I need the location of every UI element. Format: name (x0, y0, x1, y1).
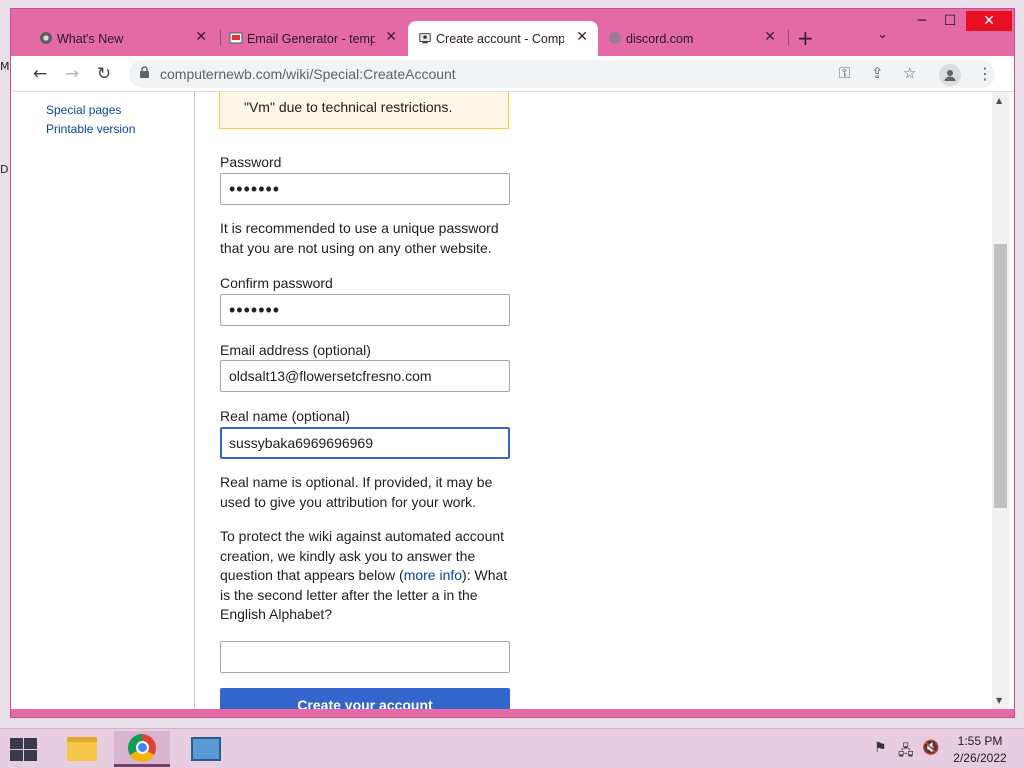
scrollbar-thumb[interactable] (994, 244, 1007, 508)
email-value: oldsalt13@flowersetcfresno.com (229, 368, 432, 384)
scroll-down-arrow[interactable]: ▼ (996, 696, 1002, 705)
folder-icon (67, 737, 97, 761)
discord-icon (608, 31, 622, 45)
chrome-icon (128, 733, 156, 762)
close-icon[interactable]: ✕ (576, 29, 588, 45)
key-icon[interactable]: ⚿ (839, 64, 850, 82)
tab-search-button[interactable]: ⌄ (877, 27, 888, 42)
page-scrollbar[interactable]: ▲ ▼ (992, 92, 1009, 709)
taskbar-remote-desktop[interactable] (178, 731, 234, 767)
tab-divider (788, 30, 789, 46)
password-field[interactable]: ••••••• (220, 173, 510, 205)
windows-logo-pane (24, 738, 37, 749)
reload-button[interactable]: ↻ (91, 61, 117, 87)
minimize-button[interactable]: ─ (907, 11, 937, 31)
create-account-button[interactable]: Create your account (220, 688, 510, 709)
confirm-password-label: Confirm password (220, 275, 333, 291)
tab-email-generator[interactable]: Email Generator - temp ✕ (219, 21, 407, 56)
address-bar[interactable]: computernewb.com/wiki/Special:CreateAcco… (129, 60, 995, 88)
captcha-answer-field[interactable] (220, 641, 510, 673)
profile-icon[interactable] (939, 64, 961, 86)
tab-strip: What's New ✕ Email Generator - temp ✕ Cr… (11, 9, 1014, 56)
sidebar-link-printable-version[interactable]: Printable version (46, 122, 135, 136)
tab-title: discord.com (626, 31, 694, 46)
network-icon[interactable]: 🖧 (898, 740, 914, 764)
browser-toolbar: ← → ↻ computernewb.com/wiki/Special:Crea… (11, 56, 1014, 92)
password-label: Password (220, 154, 282, 170)
tab-title: Email Generator - temp (247, 31, 375, 46)
tab-title: Create account - Comp (436, 31, 564, 46)
captcha-description: To protect the wiki against automated ac… (220, 527, 512, 625)
desktop-icon-label: M (0, 60, 10, 73)
sidebar-link-special-pages[interactable]: Special pages (46, 103, 121, 117)
email-generator-icon (229, 31, 243, 45)
taskbar-chrome[interactable] (114, 731, 170, 767)
share-icon[interactable]: ⇪ (871, 64, 884, 82)
close-icon[interactable]: ✕ (764, 29, 776, 45)
browser-window: What's New ✕ Email Generator - temp ✕ Cr… (10, 8, 1015, 718)
tab-discord[interactable]: discord.com ✕ (598, 21, 786, 56)
create-account-form: "Vm" due to technical restrictions. Pass… (196, 92, 992, 709)
tab-title: What's New (57, 31, 124, 46)
warning-text: "Vm" due to technical restrictions. (244, 99, 453, 115)
close-icon[interactable]: ✕ (385, 29, 397, 45)
wiki-icon (418, 31, 432, 45)
forward-button[interactable]: → (59, 61, 85, 87)
email-label: Email address (optional) (220, 342, 371, 358)
windows-logo-pane (24, 750, 37, 761)
start-button[interactable] (8, 737, 38, 761)
bookmark-star-icon[interactable]: ☆ (903, 64, 916, 82)
taskbar: ⚑ 🖧 🔇 1:55 PM 2/26/2022 (0, 728, 1024, 768)
realname-field[interactable]: sussybaka6969696969 (220, 427, 510, 459)
realname-label: Real name (optional) (220, 408, 350, 424)
back-button[interactable]: ← (27, 61, 53, 87)
maximize-button[interactable]: ☐ (935, 11, 965, 31)
new-tab-button[interactable]: + (797, 26, 814, 50)
tab-whats-new[interactable]: What's New ✕ (29, 21, 217, 56)
scroll-up-arrow[interactable]: ▲ (996, 96, 1002, 105)
clock-time[interactable]: 1:55 PM (950, 734, 1010, 748)
email-field[interactable]: oldsalt13@flowersetcfresno.com (220, 360, 510, 392)
password-value: ••••••• (229, 178, 281, 199)
action-center-flag-icon[interactable]: ⚑ (874, 740, 887, 756)
close-icon[interactable]: ✕ (195, 29, 207, 45)
wiki-sidebar: Special pages Printable version (11, 92, 195, 709)
warning-box: "Vm" due to technical restrictions. (219, 92, 509, 129)
windows-logo-pane (10, 750, 23, 761)
url-text[interactable]: computernewb.com/wiki/Special:CreateAcco… (160, 66, 456, 82)
password-help-text: It is recommended to use a unique passwo… (220, 220, 499, 256)
clock-date[interactable]: 2/26/2022 (950, 751, 1010, 765)
taskbar-file-explorer[interactable] (54, 731, 110, 767)
chrome-icon (39, 31, 53, 45)
realname-help-text: Real name is optional. If provided, it m… (220, 474, 493, 510)
remote-desktop-icon (191, 737, 221, 761)
close-window-button[interactable]: ✕ (966, 11, 1012, 31)
confirm-password-field[interactable]: ••••••• (220, 294, 510, 326)
volume-muted-icon[interactable]: 🔇 (922, 740, 939, 756)
realname-value: sussybaka6969696969 (229, 435, 374, 451)
confirm-password-value: ••••••• (229, 299, 281, 320)
desktop-icon-label: D (0, 163, 9, 176)
lock-icon[interactable] (139, 66, 150, 82)
more-info-link[interactable]: more info (404, 567, 462, 583)
windows-logo-pane (10, 738, 23, 749)
menu-icon[interactable]: ⋮ (977, 64, 993, 83)
page-viewport: Special pages Printable version "Vm" due… (11, 92, 1014, 709)
tab-create-account[interactable]: Create account - Comp ✕ (408, 21, 598, 56)
